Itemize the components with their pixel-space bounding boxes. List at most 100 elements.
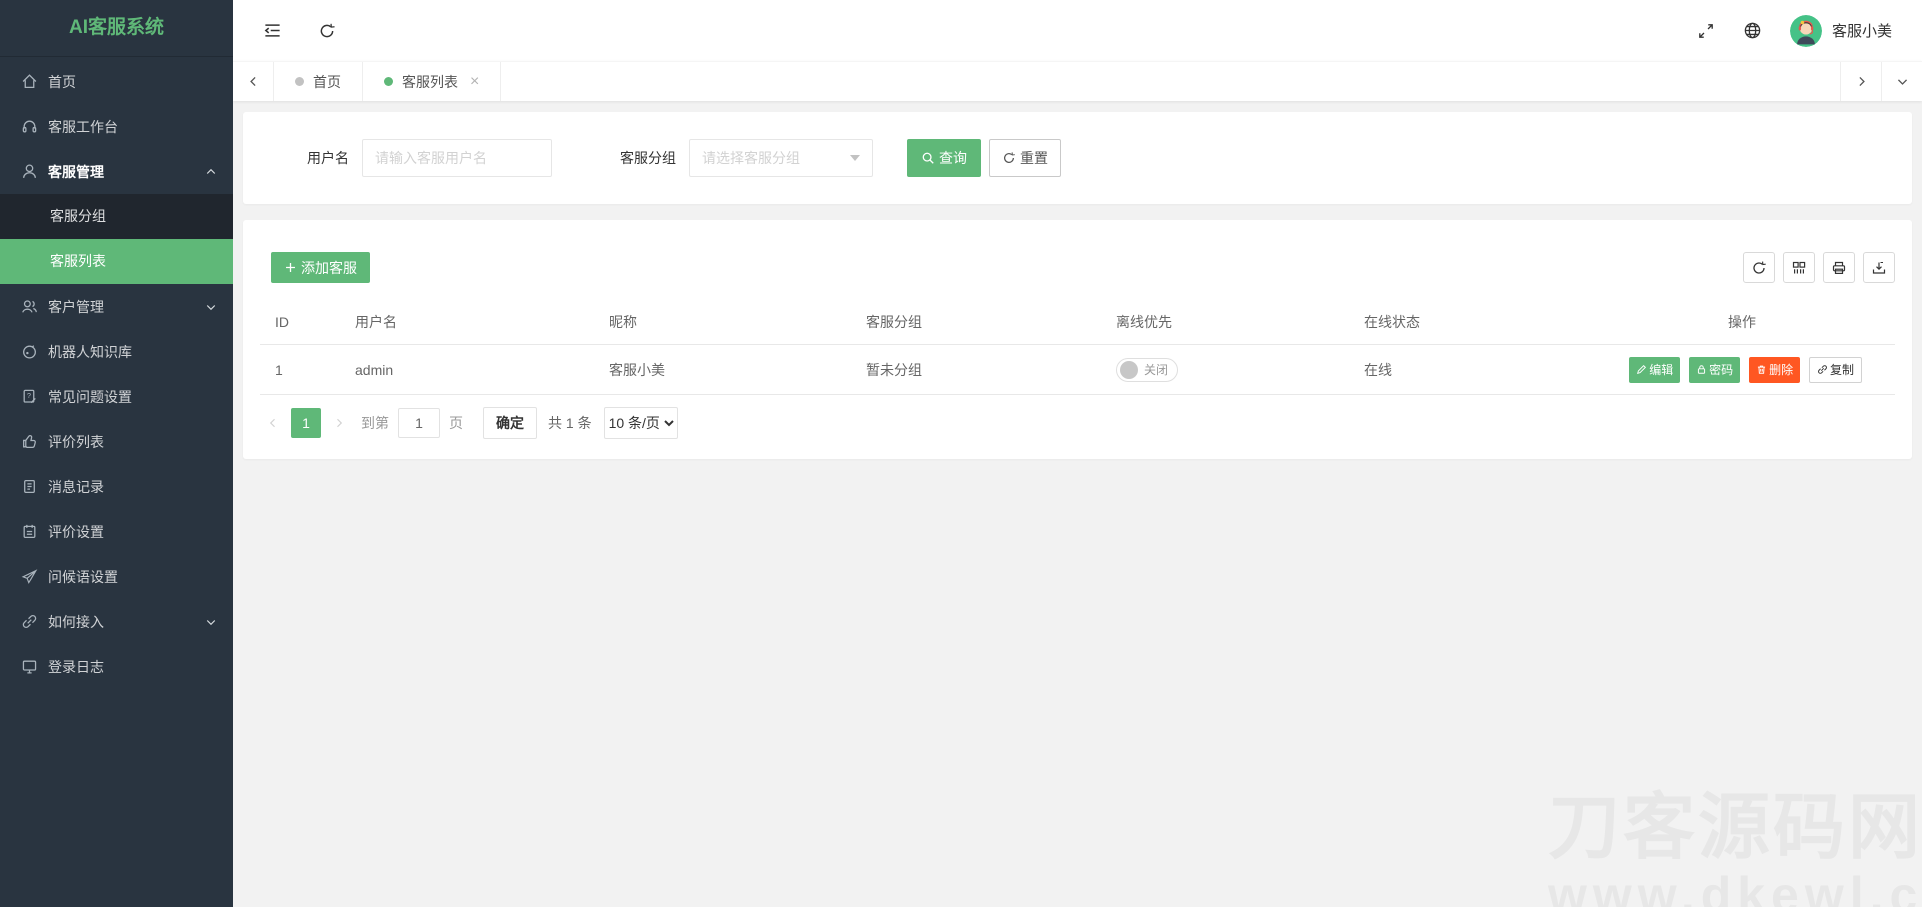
sidebar-item-label: 首页 [48, 73, 76, 90]
collapse-menu-icon[interactable] [263, 21, 282, 40]
add-service-button[interactable]: 添加客服 [271, 252, 370, 283]
copy-button-label: 复制 [1829, 363, 1854, 377]
prev-page-icon[interactable] [260, 408, 286, 438]
page-size-select[interactable]: 10 条/页 [603, 407, 678, 439]
question-doc-icon: ? [21, 388, 38, 405]
avatar [1789, 14, 1822, 47]
monitor-icon [21, 658, 38, 675]
sidebar: AI客服系统 首页 客服工作台 客服管理 客服分组 客服列表 客户管理 机器人知… [0, 0, 233, 907]
sidebar-item-label: 客户管理 [48, 298, 104, 315]
svg-text:?: ? [27, 391, 31, 400]
sidebar-item-login-log[interactable]: 登录日志 [0, 644, 233, 689]
sidebar-submenu-service: 客服分组 客服列表 [0, 194, 233, 284]
columns-filter-button[interactable] [1783, 252, 1815, 283]
table-tool-buttons [1743, 252, 1895, 283]
sidebar-item-label: 客服工作台 [48, 118, 118, 135]
export-button[interactable] [1863, 252, 1895, 283]
username-label: 用户名 [307, 150, 349, 166]
tab-status-dot [384, 77, 393, 86]
sidebar-item-robot-knowledge[interactable]: 机器人知识库 [0, 329, 233, 374]
sidebar-menu: 首页 客服工作台 客服管理 客服分组 客服列表 客户管理 机器人知识库 ? 常见… [0, 57, 233, 689]
cell-offline-first: 关闭 [1101, 344, 1349, 395]
sidebar-item-label: 机器人知识库 [48, 343, 132, 360]
table-panel: 添加客服 ID 用户名 昵称 客服分组 离线优先 在线状态 操作 1 admin… [243, 220, 1912, 459]
sidebar-item-customer-management[interactable]: 客户管理 [0, 284, 233, 329]
next-page-icon[interactable] [326, 408, 352, 438]
globe-icon[interactable] [1743, 21, 1762, 40]
group-select[interactable]: 请选择客服分组 [689, 139, 873, 177]
reset-button-label: 重置 [1020, 150, 1048, 166]
edit-button[interactable]: 编辑 [1629, 356, 1681, 383]
cell-username: admin [340, 344, 594, 395]
tab-home[interactable]: 首页 [274, 62, 363, 101]
col-header-id: ID [260, 299, 340, 345]
refresh-icon[interactable] [318, 22, 336, 40]
paper-plane-icon [21, 568, 38, 585]
edit-button-label: 编辑 [1649, 363, 1674, 377]
sidebar-item-label: 客服管理 [48, 163, 104, 180]
reset-button[interactable]: 重置 [989, 139, 1061, 177]
sidebar-item-review-list[interactable]: 评价列表 [0, 419, 233, 464]
headset-icon [21, 118, 38, 135]
col-header-offline-first: 离线优先 [1101, 299, 1349, 345]
copy-button[interactable]: 复制 [1808, 356, 1862, 383]
tab-status-dot [295, 77, 304, 86]
topbar-right-group: 客服小美 [1697, 14, 1892, 47]
tabs-scroll-left-button[interactable] [233, 62, 274, 101]
note-icon [21, 523, 38, 540]
table-row: 1 admin 客服小美 暂未分组 关闭 在线 编辑 密码 删除 复制 [260, 344, 1895, 395]
sidebar-item-label: 问候语设置 [48, 568, 118, 585]
delete-button-label: 删除 [1769, 363, 1794, 377]
sidebar-item-how-to-access[interactable]: 如何接入 [0, 599, 233, 644]
print-button[interactable] [1823, 252, 1855, 283]
username-input[interactable] [362, 139, 552, 177]
col-header-nickname: 昵称 [594, 299, 851, 345]
sidebar-item-workbench[interactable]: 客服工作台 [0, 104, 233, 149]
total-count-label: 共 1 条 [548, 415, 592, 431]
app-window: AI客服系统 首页 客服工作台 客服管理 客服分组 客服列表 客户管理 机器人知… [0, 0, 1922, 907]
tab-close-icon[interactable]: × [470, 73, 479, 90]
table-header-row: ID 用户名 昵称 客服分组 离线优先 在线状态 操作 [260, 299, 1895, 345]
tab-service-list[interactable]: 客服列表 × [363, 62, 502, 101]
robot-icon [21, 343, 38, 360]
password-button-label: 密码 [1709, 363, 1734, 377]
table-toolbar: 添加客服 [260, 252, 1895, 283]
pagination: 1 到第 页 确定 共 1 条 10 条/页 [260, 407, 1895, 439]
sidebar-item-service-groups[interactable]: 客服分组 [0, 194, 233, 239]
user-icon [21, 163, 38, 180]
chevron-down-icon [205, 301, 217, 313]
sidebar-item-home[interactable]: 首页 [0, 59, 233, 104]
group-select-placeholder: 请选择客服分组 [702, 150, 800, 166]
user-menu[interactable]: 客服小美 [1789, 14, 1892, 47]
sidebar-item-service-management[interactable]: 客服管理 [0, 149, 233, 194]
col-header-actions: 操作 [1589, 299, 1895, 345]
query-button-label: 查询 [939, 150, 967, 166]
sidebar-item-label: 常见问题设置 [48, 388, 132, 405]
cell-group: 暂未分组 [851, 344, 1101, 395]
goto-page-input[interactable] [398, 408, 440, 438]
tabs-scroll-right-button[interactable] [1840, 62, 1881, 101]
query-button[interactable]: 查询 [907, 139, 981, 177]
sidebar-item-message-records[interactable]: 消息记录 [0, 464, 233, 509]
delete-button[interactable]: 删除 [1749, 356, 1801, 383]
cell-id: 1 [260, 344, 340, 395]
goto-confirm-button[interactable]: 确定 [483, 407, 537, 439]
message-log-icon [21, 478, 38, 495]
fullscreen-icon[interactable] [1697, 22, 1715, 40]
app-logo: AI客服系统 [0, 0, 233, 57]
offline-first-toggle[interactable]: 关闭 [1116, 357, 1178, 382]
tab-label: 客服列表 [402, 73, 458, 90]
sidebar-item-review-settings[interactable]: 评价设置 [0, 509, 233, 554]
password-button[interactable]: 密码 [1689, 356, 1741, 383]
table-refresh-button[interactable] [1743, 252, 1775, 283]
add-service-button-label: 添加客服 [301, 259, 357, 276]
sidebar-item-faq-settings[interactable]: ? 常见问题设置 [0, 374, 233, 419]
thumb-up-icon [21, 433, 38, 450]
col-header-username: 用户名 [340, 299, 594, 345]
link-icon [21, 613, 38, 630]
group-label: 客服分组 [620, 150, 676, 166]
sidebar-item-greeting-settings[interactable]: 问候语设置 [0, 554, 233, 599]
page-number-button[interactable]: 1 [291, 408, 321, 438]
sidebar-item-service-list[interactable]: 客服列表 [0, 239, 233, 284]
tabs-menu-button[interactable] [1881, 62, 1922, 101]
